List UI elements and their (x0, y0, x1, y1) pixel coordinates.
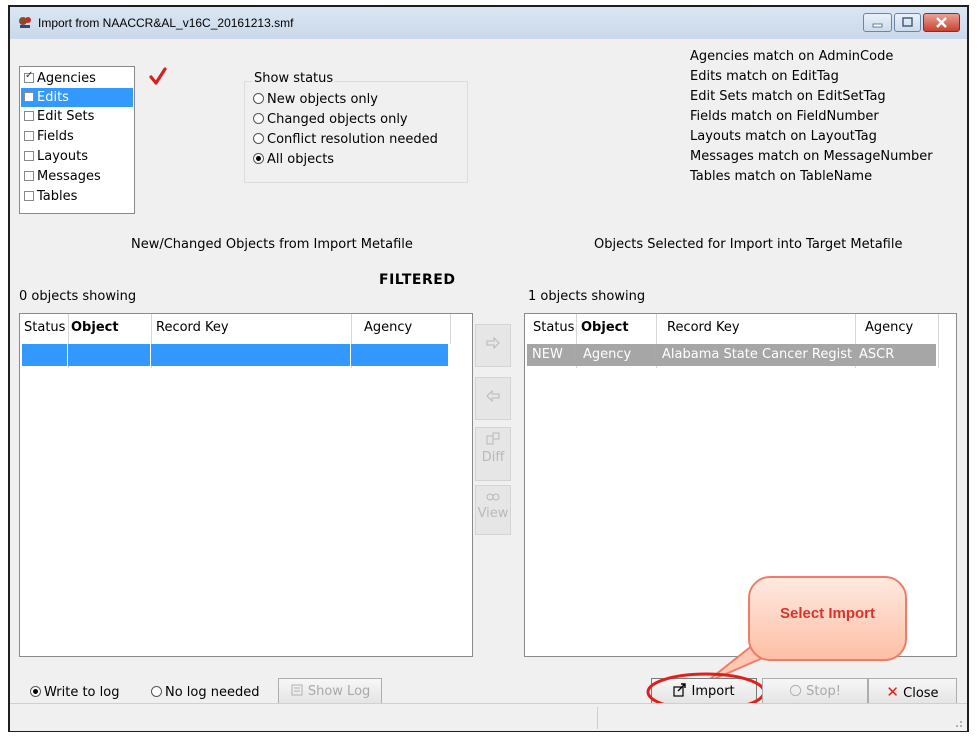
table-row[interactable]: NEW Agency Alabama State Cancer Regist A… (527, 344, 936, 366)
radio-no-log-needed[interactable]: No log needed (151, 683, 260, 703)
match-rule-agencies: Agencies match on AdminCode (690, 49, 894, 64)
row-record-key: Alabama State Cancer Regist (662, 347, 853, 362)
object-type-fields[interactable]: Fields (21, 127, 133, 146)
radio-new-objects-only[interactable]: New objects only (253, 90, 378, 110)
diff-button[interactable]: Diff (475, 427, 511, 481)
row-cell-divider (350, 344, 351, 366)
close-icon (936, 17, 947, 28)
object-type-messages[interactable]: Messages (21, 167, 133, 186)
radio-circle[interactable] (253, 133, 264, 144)
row-cell-divider (575, 344, 576, 366)
show-log-button[interactable]: Show Log (278, 678, 382, 706)
checkbox-edit-sets[interactable] (24, 111, 34, 121)
close-button[interactable]: ✕ Close (868, 678, 957, 706)
checkbox-edits[interactable] (24, 92, 34, 102)
object-type-tables[interactable]: Tables (21, 187, 133, 206)
column-header-agency[interactable]: Agency (364, 320, 412, 335)
object-type-edit-sets[interactable]: Edit Sets (21, 107, 133, 126)
view-button[interactable]: View (475, 485, 511, 535)
checkbox-tables[interactable] (24, 191, 34, 201)
radio-circle-selected[interactable] (253, 153, 264, 164)
check-all-icon[interactable] (147, 66, 169, 88)
left-objects-grid[interactable]: Status Object Record Key Agency (19, 313, 473, 657)
right-panel-heading: Objects Selected for Import into Target … (594, 237, 903, 252)
row-cell-divider (150, 344, 151, 366)
row-status: NEW (532, 347, 563, 362)
maximize-icon (902, 17, 913, 27)
object-type-layouts[interactable]: Layouts (21, 147, 133, 166)
row-cell-divider (67, 344, 68, 366)
radio-conflict-resolution-needed[interactable]: Conflict resolution needed (253, 130, 438, 150)
empty-selected-row[interactable] (22, 344, 448, 366)
match-rule-fields: Fields match on FieldNumber (690, 109, 879, 124)
column-header-agency[interactable]: Agency (865, 320, 913, 335)
maximize-button[interactable] (894, 13, 921, 32)
left-object-count: 0 objects showing (19, 289, 137, 304)
stop-button[interactable]: Stop! (762, 678, 868, 706)
diff-icon (486, 432, 500, 445)
grid-divider (450, 314, 451, 344)
radio-circle-selected[interactable] (30, 686, 41, 697)
radio-changed-objects-only[interactable]: Changed objects only (253, 110, 408, 130)
filtered-label: FILTERED (379, 272, 456, 288)
object-type-list[interactable]: ✓ Agencies Edits Edit Sets Fields Layout… (19, 66, 135, 214)
right-arrow-icon (486, 336, 500, 350)
checkbox-layouts[interactable] (24, 151, 34, 161)
checkbox-agencies[interactable]: ✓ (24, 70, 34, 83)
column-header-record-key[interactable]: Record Key (156, 320, 229, 335)
left-panel-heading: New/Changed Objects from Import Metafile (131, 237, 413, 252)
show-status-legend: Show status (252, 71, 336, 86)
column-header-object[interactable]: Object (71, 320, 119, 335)
window-title: Import from NAACCR&AL_v16C_20161213.smf (38, 16, 294, 30)
resize-grip-icon[interactable] (953, 718, 963, 728)
title-bar[interactable]: Import from NAACCR&AL_v16C_20161213.smf (10, 7, 967, 39)
match-rule-edit-sets: Edit Sets match on EditSetTag (690, 89, 886, 104)
radio-circle[interactable] (151, 686, 162, 697)
radio-write-to-log[interactable]: Write to log (30, 683, 119, 703)
callout-text: Select Import (779, 605, 876, 622)
window-close-button[interactable] (923, 13, 960, 32)
minimize-icon (872, 23, 883, 28)
object-type-agencies[interactable]: ✓ Agencies (21, 69, 133, 88)
radio-circle[interactable] (253, 113, 264, 124)
checkbox-fields[interactable] (24, 131, 34, 141)
radio-all-objects[interactable]: All objects (253, 150, 334, 170)
column-header-status[interactable]: Status (24, 320, 65, 335)
minimize-button[interactable] (863, 13, 892, 32)
app-icon (19, 17, 31, 28)
match-rule-messages: Messages match on MessageNumber (690, 149, 933, 164)
column-header-object[interactable]: Object (581, 320, 629, 335)
grid-divider (938, 314, 939, 368)
column-header-status[interactable]: Status (533, 320, 574, 335)
view-label: View (477, 506, 509, 521)
dialog-client-area: ✓ Agencies Edits Edit Sets Fields Layout… (10, 39, 967, 731)
row-cell-divider (655, 344, 656, 366)
add-to-import-button[interactable] (475, 324, 511, 367)
status-bar-divider (597, 707, 598, 729)
status-bar (10, 703, 967, 731)
match-rule-layouts: Layouts match on LayoutTag (690, 129, 877, 144)
radio-circle[interactable] (253, 93, 264, 104)
import-dialog-window: Import from NAACCR&AL_v16C_20161213.smf … (8, 5, 969, 732)
column-header-record-key[interactable]: Record Key (667, 320, 740, 335)
left-arrow-icon (486, 389, 500, 403)
checkbox-messages[interactable] (24, 171, 34, 181)
checkmark-icon: ✓ (25, 70, 34, 81)
object-type-edits[interactable]: Edits (21, 88, 133, 107)
match-rule-edits: Edits match on EditTag (690, 69, 839, 84)
close-x-icon: ✕ (886, 683, 899, 701)
match-rule-tables: Tables match on TableName (690, 169, 873, 184)
row-cell-divider (855, 344, 856, 366)
row-object: Agency (583, 347, 632, 362)
row-agency: ASCR (859, 347, 895, 362)
diff-label: Diff (481, 450, 505, 465)
remove-from-import-button[interactable] (475, 377, 511, 420)
stop-icon (789, 684, 802, 697)
log-icon (291, 684, 303, 696)
right-object-count: 1 objects showing (528, 289, 646, 304)
view-icon (486, 493, 500, 501)
